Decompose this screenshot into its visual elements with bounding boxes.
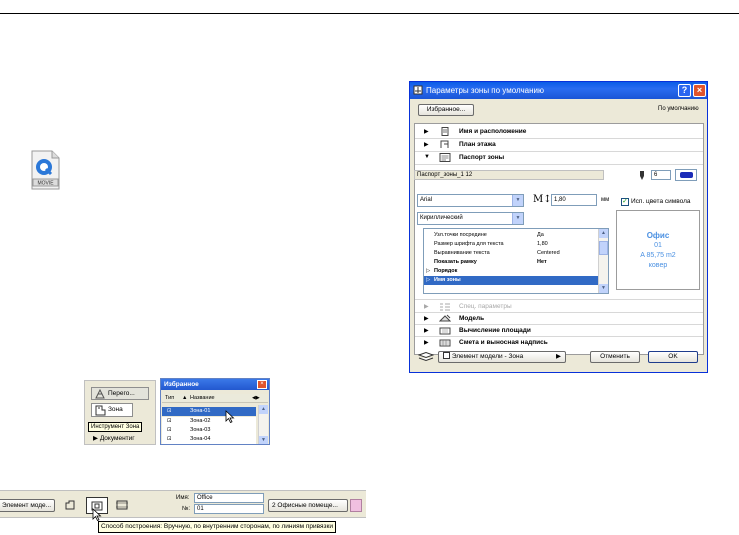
stamp-name-field[interactable]: Паспорт_зоны_1 12 — [414, 170, 604, 180]
area-calc-icon — [439, 327, 451, 335]
zone-tool-icon — [413, 85, 423, 95]
section-floor-plan[interactable]: ▶ План этажа — [415, 139, 703, 150]
pen-color-swatch[interactable] — [675, 169, 697, 181]
column-nav-icon: ◀▶ — [252, 395, 260, 401]
favorites-scrollbar[interactable]: ▲ ▼ — [258, 405, 268, 444]
model-element-select[interactable]: Элемент модели - Зона ▶ — [438, 351, 566, 363]
chevron-right-icon: ▶ — [556, 353, 561, 360]
info-box: Элемент моде... Имя: Office №: 01 2 Офис… — [0, 490, 366, 518]
layers-icon — [418, 352, 434, 362]
list-item[interactable]: ▷ Порядок — [424, 267, 598, 276]
unit-label: мм — [601, 197, 610, 203]
sort-icon: ▲ — [182, 395, 188, 401]
zone-stamp-preview: Офис 01 A 85,75 m2 ковер — [616, 210, 700, 290]
name-position-icon — [441, 127, 449, 136]
scroll-down-icon: ▼ — [599, 284, 608, 293]
zone-category-select[interactable]: 2 Офисные помеще... — [268, 499, 348, 512]
pen-icon — [640, 171, 644, 180]
section-area-calculation[interactable]: ▶ Вычисление площади — [415, 325, 703, 336]
list-item[interactable]: Размер шрифта для текста 1,80 — [424, 240, 598, 249]
listing-icon — [439, 339, 451, 347]
chevron-down-icon: ▼ — [512, 195, 523, 206]
use-symbol-color-label: Исп. цвета символа — [631, 198, 691, 205]
partition-icon — [95, 389, 105, 399]
movie-file-icon[interactable]: MOVIE — [30, 150, 60, 190]
construction-method-tooltip: Способ построения: Вручную, по внутренни… — [98, 521, 337, 533]
geometry-polygon-icon[interactable] — [64, 500, 76, 510]
close-button[interactable]: × — [693, 84, 706, 97]
special-params-icon — [440, 303, 450, 311]
number-label: №: — [182, 506, 191, 512]
chevron-down-icon: ▼ — [512, 213, 523, 224]
zone-row-icon: ⊡ — [167, 418, 172, 424]
section-zone-stamp[interactable]: ▼ Паспорт зоны — [415, 152, 703, 163]
tool-partition-button[interactable]: Перего... — [91, 387, 149, 400]
element-select[interactable]: Элемент моде... — [0, 499, 55, 512]
help-button[interactable]: ? — [678, 84, 691, 97]
font-size-icon: M↕ — [533, 194, 552, 205]
ok-button[interactable]: OK — [648, 351, 698, 363]
favorite-row[interactable]: ⊡ Зона-02 — [162, 417, 256, 426]
tool-zone-button[interactable]: Зона — [91, 403, 133, 417]
favorites-button[interactable]: Избранное... — [418, 104, 474, 116]
favorite-row[interactable]: ⊡ Зона-03 — [162, 426, 256, 435]
use-symbol-color-checkbox[interactable]: ✓ — [621, 198, 629, 206]
name-label: Имя: — [176, 495, 190, 501]
script-select[interactable]: Кириллический ▼ — [417, 212, 524, 225]
dialog-titlebar[interactable]: Параметры зоны по умолчанию ? × — [410, 82, 707, 99]
svg-text:MOVIE: MOVIE — [37, 181, 54, 187]
favorite-row[interactable]: ⊡ Зона-01 — [162, 407, 256, 416]
cancel-button[interactable]: Отменить — [590, 351, 640, 363]
zone-row-icon: ⊡ — [167, 436, 172, 442]
mouse-cursor-icon — [225, 410, 235, 423]
pen-number-field[interactable]: 6 — [651, 170, 671, 180]
zone-row-icon: ⊡ — [167, 427, 172, 433]
tool-tooltip: Инструмент Зона — [88, 422, 143, 432]
zone-name-input[interactable]: Office — [194, 493, 264, 503]
section-model[interactable]: ▶ Модель — [415, 313, 703, 324]
close-icon[interactable]: × — [257, 380, 267, 389]
default-label: По умолчанию — [658, 106, 699, 112]
toolbox-panel: Перего... Зона Инструмент Зона ▶ Докумен… — [84, 380, 156, 445]
favorite-row[interactable]: ⊡ Зона-04 — [162, 435, 256, 444]
zone-number-input[interactable]: 01 — [194, 504, 264, 514]
scroll-up-icon: ▲ — [599, 229, 608, 238]
dialog-title: Параметры зоны по умолчанию — [426, 86, 544, 95]
favorites-header: Тип ▲ Название ◀▶ — [162, 394, 268, 403]
font-size-field[interactable]: 1,80 — [551, 194, 597, 206]
list-item[interactable]: ▷ Имя зоны — [424, 276, 598, 285]
documenting-category[interactable]: ▶ Документиг — [93, 434, 135, 442]
list-item[interactable]: Узл.точки посредине Да — [424, 231, 598, 240]
geometry-reference-icon[interactable] — [116, 500, 128, 510]
category-color-swatch[interactable] — [350, 499, 362, 512]
zone-small-icon — [443, 352, 450, 359]
expand-icon: ▷ — [426, 268, 431, 274]
list-item[interactable]: Показать рамку Нет — [424, 258, 598, 267]
font-select[interactable]: Arial ▼ — [417, 194, 524, 207]
floor-plan-icon — [440, 140, 449, 148]
favorites-palette: Избранное × Тип ▲ Название ◀▶ ⊡ Зона-01 ⊡… — [160, 378, 270, 445]
favorites-title[interactable]: Избранное — [161, 379, 269, 390]
zone-tool-icon — [95, 405, 106, 416]
top-divider — [0, 13, 739, 14]
scroll-down-icon: ▼ — [259, 436, 268, 444]
mouse-cursor-icon — [92, 508, 102, 521]
scroll-thumb — [599, 241, 608, 255]
expand-icon: ▷ — [426, 277, 431, 283]
list-item[interactable]: Выравнивание текста Centered — [424, 249, 598, 258]
scroll-up-icon: ▲ — [259, 405, 268, 414]
zone-stamp-icon — [439, 153, 451, 162]
list-scrollbar[interactable]: ▲ ▼ — [598, 229, 608, 293]
section-name-position[interactable]: ▶ Имя и расположение — [415, 126, 703, 137]
zone-row-icon: ⊡ — [167, 408, 172, 414]
model-icon — [439, 314, 451, 322]
section-special-params[interactable]: ▶ Спец. параметры — [415, 301, 703, 312]
section-listing-label[interactable]: ▶ Смета и выносная надпись — [415, 337, 703, 348]
stamp-params-list[interactable]: Узл.точки посредине Да Размер шрифта для … — [423, 228, 609, 294]
